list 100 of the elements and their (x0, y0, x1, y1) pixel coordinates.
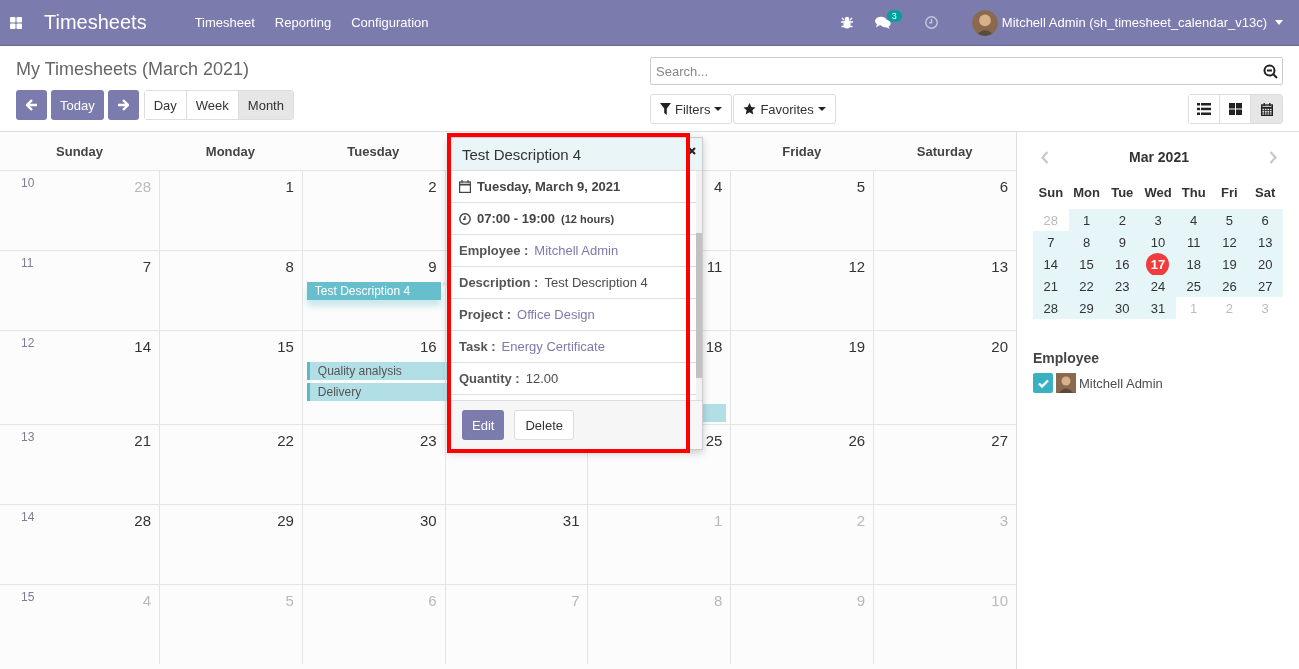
day-number[interactable]: 9 (428, 257, 437, 277)
employee-avatar (1056, 373, 1076, 393)
delete-button[interactable]: Delete (514, 410, 574, 440)
clock-icon[interactable] (924, 16, 938, 29)
week-number: 14 (21, 510, 35, 524)
day-number[interactable]: 7 (142, 257, 151, 277)
week-number: 13 (21, 430, 35, 444)
filters-button[interactable]: Filters (650, 94, 733, 124)
view-button[interactable] (1251, 95, 1282, 123)
week-number: 15 (21, 590, 35, 604)
app-title: Timesheets (44, 11, 147, 34)
weekday-header: Saturday (916, 143, 973, 159)
mini-day[interactable]: 2 (1118, 212, 1126, 228)
day-number[interactable]: 23 (419, 431, 437, 451)
mini-day[interactable]: 8 (1082, 234, 1091, 250)
weekday-header: Monday (205, 143, 255, 159)
checkbox[interactable] (1033, 373, 1053, 393)
search-field[interactable]: Search... (650, 57, 1283, 85)
bug-icon[interactable] (840, 16, 853, 29)
favorites-button[interactable]: Favorites (733, 94, 836, 124)
day-number[interactable]: 2 (428, 177, 437, 197)
star-icon (743, 103, 757, 115)
filter-icon (660, 103, 671, 115)
field-link[interactable]: Energy Certificate (501, 339, 605, 354)
chat-icon[interactable] (874, 16, 891, 29)
day-number[interactable]: 16 (419, 337, 437, 357)
week-number: 11 (21, 256, 34, 270)
day-number[interactable]: 26 (848, 431, 866, 451)
day-number[interactable]: 18 (705, 337, 723, 357)
today-marker[interactable]: 17 (1146, 252, 1170, 276)
user-avatar (971, 9, 998, 36)
mini-day[interactable]: 7 (1047, 234, 1055, 250)
day-number[interactable]: 28 (134, 511, 151, 531)
day-number[interactable]: 8 (285, 257, 294, 277)
field-link[interactable]: Mitchell Admin (534, 243, 619, 258)
weekday-label: Sat (1254, 184, 1277, 202)
day-number[interactable]: 29 (277, 511, 294, 531)
day-number[interactable]: 30 (419, 511, 437, 531)
field-label: Employee : (459, 243, 529, 258)
day-number[interactable]: 22 (277, 431, 294, 451)
weekday-header: Tuesday (347, 143, 400, 159)
caret-icon (817, 107, 826, 111)
day-number[interactable]: 20 (991, 337, 1008, 357)
clock-icon (459, 212, 471, 225)
mini-day[interactable]: 6 (1261, 212, 1269, 228)
day-number[interactable]: 21 (134, 431, 151, 451)
day-number[interactable]: 12 (848, 257, 866, 277)
day-number[interactable]: 1 (285, 177, 294, 197)
weekday-label: Mon (1072, 184, 1101, 202)
check-icon (1037, 378, 1049, 388)
day-number[interactable]: 27 (991, 431, 1008, 451)
caret-icon[interactable] (1275, 20, 1283, 25)
mini-day[interactable]: 4 (1190, 212, 1198, 228)
filter-title: Employee (1033, 350, 1101, 366)
list-icon[interactable] (1197, 103, 1211, 115)
arrow-left-icon (25, 99, 38, 111)
day-number[interactable]: 6 (999, 177, 1008, 197)
search-icon[interactable] (1263, 64, 1278, 79)
field-label: Quantity : (459, 371, 520, 386)
day-number[interactable]: 14 (134, 337, 151, 357)
page-title: My Timesheets (March 2021) (16, 59, 251, 81)
menu-item[interactable]: Timesheet (194, 15, 255, 30)
next-button[interactable] (107, 90, 139, 120)
edit-button[interactable]: Edit (462, 410, 505, 440)
event-time: 07:00 - 19:00 (477, 211, 556, 226)
day-number[interactable]: 31 (562, 511, 580, 531)
menu-item[interactable]: Configuration (351, 15, 429, 30)
weekday-label: Wed (1143, 184, 1173, 202)
view-button[interactable] (1189, 95, 1220, 123)
apps-icon[interactable] (10, 16, 22, 29)
day-number[interactable]: 15 (277, 337, 294, 357)
day-number[interactable]: 5 (856, 177, 866, 197)
calendar-icon[interactable] (1260, 102, 1273, 116)
user-menu[interactable]: Mitchell Admin (sh_timesheet_calendar_v13c) (1001, 15, 1267, 30)
day-number[interactable]: 19 (848, 337, 866, 357)
event-duration: (12 hours) (561, 212, 615, 225)
today-button[interactable]: Today (51, 90, 104, 120)
scale-button[interactable]: Month (238, 91, 293, 119)
scrollbar-drawing[interactable] (696, 171, 702, 400)
mini-day[interactable]: 5 (1225, 212, 1234, 228)
mini-day[interactable]: 1 (1082, 212, 1091, 228)
day-number[interactable]: 25 (705, 431, 723, 451)
day-number[interactable]: 13 (991, 257, 1008, 277)
field-value: 12.00 (525, 371, 559, 386)
close-icon[interactable] (688, 147, 696, 155)
day-number[interactable]: 11 (706, 257, 723, 277)
weekday-header: Sunday (56, 143, 103, 159)
field-link[interactable]: Office Design (517, 307, 595, 322)
weekday-label: Thu (1180, 184, 1207, 202)
menu-item[interactable]: Reporting (274, 15, 332, 30)
mini-day[interactable]: 3 (1154, 212, 1162, 228)
month-title: Mar 2021 (1129, 149, 1189, 165)
day-number[interactable]: 4 (714, 177, 723, 197)
caret-icon (714, 107, 723, 111)
scale-button[interactable]: Day (144, 91, 187, 119)
kanban-icon[interactable] (1228, 103, 1242, 115)
weekday-label: Fri (1220, 184, 1239, 202)
previous-button[interactable] (16, 90, 47, 120)
mini-day[interactable]: 9 (1118, 234, 1126, 250)
weekday-label: Tue (1110, 184, 1135, 202)
